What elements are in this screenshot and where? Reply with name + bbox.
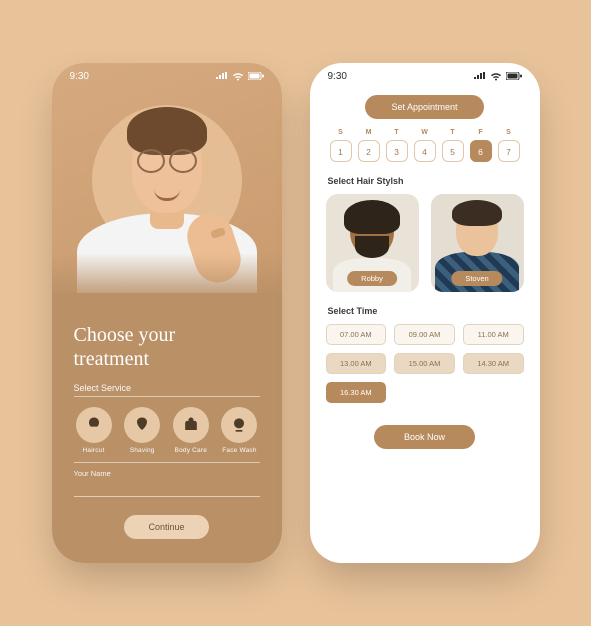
shaving-icon	[124, 407, 160, 443]
time-slot[interactable]: 16.30 AM	[326, 382, 387, 403]
haircut-icon	[76, 407, 112, 443]
service-label: Haircut	[83, 447, 105, 454]
calendar-day-of-week: W	[414, 129, 436, 136]
service-facewash[interactable]: Face Wash	[221, 407, 257, 454]
service-bodycare[interactable]: Body Care	[173, 407, 209, 454]
stylist-card-stoven[interactable]: Stoven	[431, 194, 524, 292]
stylist-name: Robby	[347, 271, 397, 286]
wifi-icon	[490, 72, 502, 81]
bodycare-icon	[173, 407, 209, 443]
name-label: Your Name	[74, 469, 260, 478]
battery-icon	[506, 72, 522, 80]
status-icons	[474, 72, 522, 81]
calendar-day-of-week: M	[358, 129, 380, 136]
calendar-day-of-week: T	[442, 129, 464, 136]
set-appointment-button[interactable]: Set Appointment	[365, 95, 483, 119]
calendar-day-of-week: T	[386, 129, 408, 136]
signal-icon	[216, 72, 228, 80]
continue-button[interactable]: Continue	[124, 515, 208, 539]
service-label: Body Care	[175, 447, 208, 454]
time-slot[interactable]: 07.00 AM	[326, 324, 387, 345]
stylist-card-robby[interactable]: Robby	[326, 194, 419, 292]
service-label: Face Wash	[222, 447, 256, 454]
time-slot[interactable]: 15.00 AM	[394, 353, 455, 374]
name-input[interactable]	[74, 481, 260, 497]
book-now-button[interactable]: Book Now	[374, 425, 475, 449]
battery-icon	[248, 72, 264, 80]
select-service-label: Select Service	[74, 383, 260, 393]
service-list: Haircut Shaving Body Care Face Wash	[76, 407, 258, 454]
calendar-date[interactable]: 7	[498, 140, 520, 162]
calendar: SMTWTFS 1234567	[330, 129, 520, 162]
service-label: Shaving	[130, 447, 155, 454]
page-title: Choose your treatment	[74, 323, 260, 371]
calendar-day-of-week: S	[330, 129, 352, 136]
status-icons	[216, 72, 264, 81]
status-bar: 9:30	[310, 63, 540, 89]
status-time: 9:30	[328, 71, 347, 82]
status-bar: 9:30	[52, 63, 282, 89]
select-time-label: Select Time	[328, 306, 522, 316]
calendar-date[interactable]: 4	[414, 140, 436, 162]
wifi-icon	[232, 72, 244, 81]
stylist-name: Stoven	[451, 271, 502, 286]
calendar-date[interactable]: 5	[442, 140, 464, 162]
calendar-date[interactable]: 1	[330, 140, 352, 162]
calendar-day-of-week: S	[498, 129, 520, 136]
calendar-date[interactable]: 2	[358, 140, 380, 162]
signal-icon	[474, 72, 486, 80]
service-haircut[interactable]: Haircut	[76, 407, 112, 454]
appointment-screen: 9:30 Set Appointment SMTWTFS 1234567 Sel…	[310, 63, 540, 563]
time-slot[interactable]: 11.00 AM	[463, 324, 524, 345]
treatment-screen: 9:30 Choose your treatment Select Servic…	[52, 63, 282, 563]
time-slot[interactable]: 14.30 AM	[463, 353, 524, 374]
time-slot[interactable]: 13.00 AM	[326, 353, 387, 374]
select-stylist-label: Select Hair Stylsh	[328, 176, 522, 186]
facewash-icon	[221, 407, 257, 443]
treatment-panel: Choose your treatment Select Service Hai…	[52, 293, 282, 563]
status-time: 9:30	[70, 71, 89, 82]
calendar-date[interactable]: 6	[470, 140, 492, 162]
time-slot[interactable]: 09.00 AM	[394, 324, 455, 345]
service-shaving[interactable]: Shaving	[124, 407, 160, 454]
calendar-day-of-week: F	[470, 129, 492, 136]
calendar-date[interactable]: 3	[386, 140, 408, 162]
